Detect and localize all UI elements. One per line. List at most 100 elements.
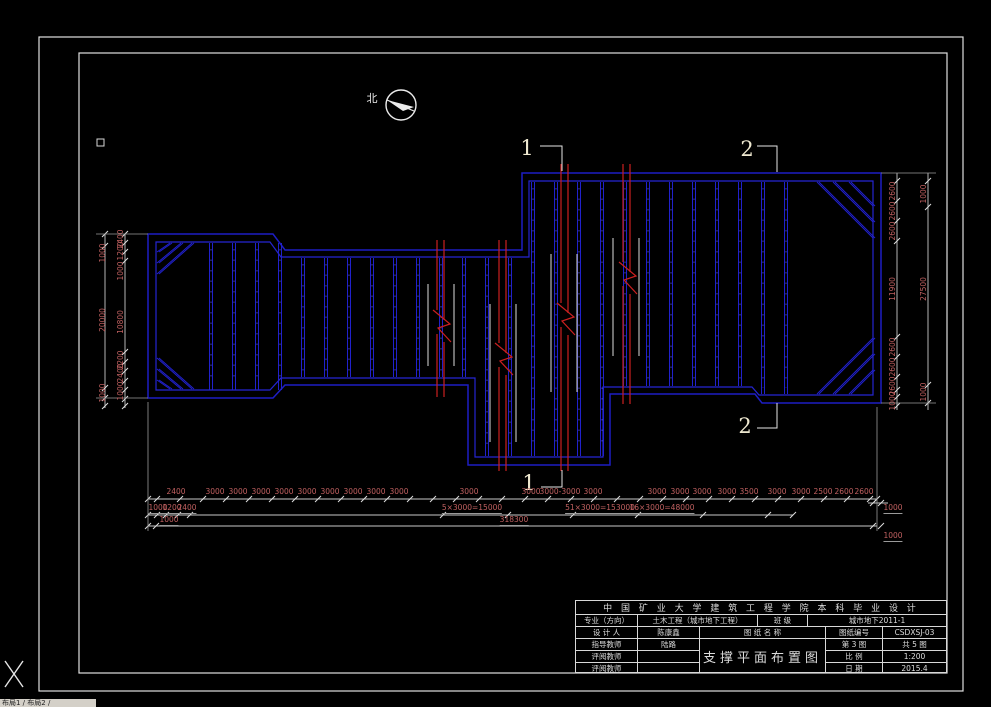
- corner-brace: [158, 368, 184, 390]
- dim-label: 2400: [177, 503, 197, 514]
- tb-advisor-value: 陆路: [637, 638, 699, 650]
- dim-label: 3000: [647, 487, 667, 496]
- section-marker-top-2: 2: [740, 137, 754, 161]
- dim-label: 2600: [888, 201, 897, 221]
- corner-brace: [816, 181, 874, 239]
- dim-label: 3000: [692, 487, 712, 496]
- dim-label: 3000: [320, 487, 340, 496]
- dim-label: 2600: [888, 221, 897, 241]
- sheet-outer-frame: [38, 36, 964, 692]
- dim-label: 2600: [888, 357, 897, 377]
- dim-label: 3000: [228, 487, 248, 496]
- dim-label: 3000: [274, 487, 294, 496]
- tb-number-label: 图纸编号: [825, 626, 882, 638]
- tb-date-value: 2015.4: [882, 662, 946, 673]
- layout-tabs[interactable]: 布局1 / 布局2 /: [0, 699, 96, 707]
- corner-brace: [156, 379, 171, 390]
- tb-reviewer2-label: 评阅教师: [576, 662, 637, 673]
- dim-label: 1000: [919, 382, 928, 402]
- pit-inner-wall: [155, 180, 874, 458]
- dim-label: 3000-3000: [539, 487, 581, 496]
- tb-drawing-name: 支撑平面布置图: [699, 638, 825, 673]
- tb-drawingname-label: 图 纸 名 称: [699, 626, 825, 638]
- corner-brace: [158, 242, 184, 264]
- dim-label: 1000: [116, 381, 125, 401]
- ucs-icon: [4, 660, 24, 688]
- dim-label: 10800: [116, 310, 125, 334]
- dim-label: 3000: [297, 487, 317, 496]
- section-break-symbol: [556, 302, 576, 336]
- dim-label: 3000: [251, 487, 271, 496]
- dim-label: 3000: [343, 487, 363, 496]
- corner-brace: [156, 242, 171, 253]
- tb-class-label: 班 级: [757, 614, 807, 626]
- tb-date-label: 日 期: [825, 662, 882, 673]
- dim-label: 3000: [791, 487, 811, 496]
- north-label: 北: [366, 92, 378, 105]
- corner-brace: [818, 181, 876, 239]
- tb-designer-value: 陈康鑫: [637, 626, 699, 638]
- dim-label: 3000: [583, 487, 603, 496]
- dim-label: 2600: [834, 487, 854, 496]
- dim-tick: [877, 522, 885, 530]
- section-break-symbol: [618, 261, 638, 295]
- dim-label: 16×3000=48000: [629, 503, 695, 514]
- dim-label: 1000: [159, 515, 179, 526]
- corner-brace: [158, 242, 173, 253]
- tb-scale-value: 1:200: [882, 650, 946, 662]
- dim-label: 2500: [813, 487, 833, 496]
- dim-label: 3000: [389, 487, 409, 496]
- dim-label: 3000: [205, 487, 225, 496]
- dim-label: 3000: [521, 487, 541, 496]
- dim-label: 1000: [883, 503, 903, 514]
- tb-number-value: CSDXSJ-03: [882, 626, 946, 638]
- dim-label: 2600: [854, 487, 874, 496]
- dim-label: 11900: [888, 277, 897, 301]
- tb-scale-label: 比 例: [825, 650, 882, 662]
- cad-viewport: 北 1212 2400 3000 3000 3000 3000 3000 3000 3000 3…: [0, 0, 991, 707]
- dim-label: 3000: [767, 487, 787, 496]
- dim-label: 2400: [116, 363, 125, 383]
- corner-brace: [158, 379, 173, 390]
- dim-label: 3000: [459, 487, 479, 496]
- pit-outer-wall: [147, 172, 882, 466]
- dim-label: 2400: [166, 487, 186, 496]
- tb-reviewer1-label: 评阅教师: [576, 650, 637, 662]
- tb-reviewer2-value: [637, 662, 699, 673]
- tb-reviewer1-value: [637, 650, 699, 662]
- dim-label: 3000: [717, 487, 737, 496]
- dim-label: 1200: [116, 241, 125, 261]
- corner-brace: [156, 368, 182, 390]
- corner-brace: [850, 181, 876, 207]
- north-arrow-icon: [385, 89, 417, 121]
- viewport-grip-square: [96, 138, 105, 147]
- dim-label: 3000: [670, 487, 690, 496]
- dim-label: 20000: [98, 308, 107, 332]
- dim-label: 1000: [883, 531, 903, 542]
- dim-label: 2600: [888, 181, 897, 201]
- dim-label: 3000: [366, 487, 386, 496]
- tb-designer-label: 设 计 人: [576, 626, 637, 638]
- dim-label: 1000: [98, 243, 107, 263]
- corner-brace: [818, 337, 876, 395]
- tb-sheetno-label: 第 3 图: [825, 638, 882, 650]
- dim-label: 2600: [888, 337, 897, 357]
- tb-major-value: 土木工程（城市地下工程）: [637, 614, 757, 626]
- corner-brace: [156, 242, 182, 264]
- generated-geometry: [96, 164, 936, 531]
- corner-brace: [816, 337, 874, 395]
- section-marker-top-1: 1: [520, 136, 534, 160]
- dim-label: 3500: [739, 487, 759, 496]
- section-marker-bottom-2: 2: [738, 414, 752, 438]
- dim-label: 1000: [919, 184, 928, 204]
- dim-label: 51×3000=153000: [565, 503, 635, 514]
- corner-brace: [848, 369, 874, 395]
- tb-class-value: 城市地下2011-1: [807, 614, 946, 626]
- corner-brace: [848, 181, 874, 207]
- dim-label: 318300: [499, 515, 529, 526]
- tb-major-label: 专业（方向）: [576, 614, 637, 626]
- title-block: 中 国 矿 业 大 学 建 筑 工 程 学 院 本 科 毕 业 设 计 专业（方…: [575, 600, 947, 673]
- title-block-header: 中 国 矿 业 大 学 建 筑 工 程 学 院 本 科 毕 业 设 计: [603, 604, 919, 614]
- corner-brace: [850, 369, 876, 395]
- tb-sheetno-value: 共 5 图: [882, 638, 946, 650]
